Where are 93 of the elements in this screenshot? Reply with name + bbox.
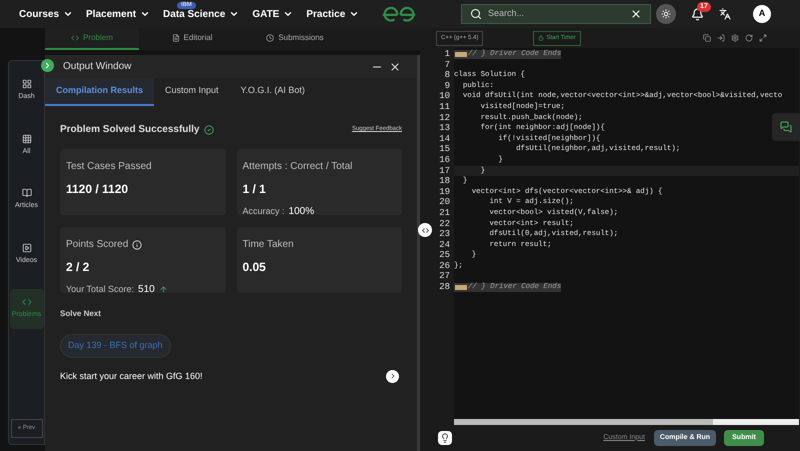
section-heading: Solve Next (60, 308, 102, 320)
card-title: Test Cases Passed (66, 160, 152, 174)
problem-tab[interactable]: Submissions (245, 28, 345, 50)
card-title: Attempts : Correct / Total (242, 160, 352, 174)
note-label: Accuracy : (242, 204, 285, 218)
output-tab[interactable]: Custom Input (154, 78, 230, 106)
line-number: 26 (438, 260, 451, 272)
close-icon[interactable] (630, 8, 642, 20)
note-label: Your Total Score: (66, 282, 134, 296)
line-number: 25 (438, 250, 451, 261)
chevron-down-icon (349, 9, 360, 19)
sidebar-icon (22, 79, 32, 89)
nav-menu-item[interactable]: Placement (86, 6, 150, 22)
card-value: 1 / 1 (242, 181, 267, 198)
note-value: 100% (288, 205, 314, 219)
search-field[interactable]: Search... (488, 7, 624, 21)
line-number: 19 (438, 186, 451, 198)
sidebar-icon (22, 188, 32, 198)
nav-menu-item[interactable]: GATE (252, 6, 294, 22)
translate-icon[interactable] (719, 8, 731, 20)
output-tab[interactable]: Compilation Results (45, 78, 154, 106)
line-number: 21 (438, 208, 451, 218)
line-number: 16 (438, 154, 451, 166)
settings-icon[interactable] (731, 34, 739, 42)
line-number: 13 (438, 123, 451, 134)
fold-marker-icon (455, 284, 467, 290)
sun-icon (661, 9, 671, 19)
lightbulb-icon (440, 433, 450, 443)
hint-button[interactable] (438, 431, 452, 445)
nav-menu-item[interactable]: Practice (306, 6, 360, 22)
chevron-down-icon (63, 9, 74, 19)
card-title: Time Taken (242, 238, 294, 252)
search-bar[interactable]: Search... (461, 4, 651, 24)
line-number: 18 (438, 176, 451, 187)
copy-icon[interactable] (703, 34, 711, 42)
note-value: 510 (138, 283, 155, 297)
horizontal-scrollbar[interactable] (454, 419, 799, 425)
card-value: 0.05 (242, 259, 267, 276)
tab-icon (71, 34, 80, 42)
import-icon[interactable] (717, 34, 725, 42)
line-number: 12 (438, 112, 451, 124)
chevron-down-icon (229, 9, 240, 19)
line-number: 28 (438, 282, 451, 293)
line-number: 22 (438, 218, 451, 230)
resize-icon (420, 226, 430, 234)
chevron-down-icon (283, 9, 294, 19)
promo-text: Kick start your career with GfG 160! (60, 370, 203, 383)
line-number: 11 (438, 102, 451, 113)
sidebar-icon (22, 297, 32, 307)
chat-button[interactable] (772, 113, 800, 141)
nav-menu-item[interactable]: Courses (19, 6, 74, 22)
nav-menu-item[interactable]: Data Science (163, 6, 240, 22)
fold-marker-icon (455, 52, 467, 57)
info-icon[interactable] (132, 240, 142, 250)
line-number: 20 (438, 197, 451, 208)
sidebar-icon (22, 242, 32, 252)
bell-icon[interactable] (691, 8, 704, 20)
line-number: 15 (438, 144, 451, 155)
chevron-down-icon (140, 9, 150, 19)
timer-icon (538, 35, 544, 41)
line-number: 14 (438, 134, 451, 144)
chat-icon (780, 121, 792, 133)
line-number: 27 (438, 271, 451, 282)
problem-tab[interactable]: Editorial (142, 28, 242, 50)
next-button[interactable] (386, 370, 399, 383)
card-value: 2 / 2 (66, 259, 90, 276)
logo-icon[interactable] (381, 6, 417, 22)
line-number: 24 (438, 240, 451, 250)
theme-toggle-button[interactable] (656, 4, 676, 24)
line-number: 10 (438, 91, 451, 102)
status-message: Problem Solved Successfully (60, 123, 200, 137)
check-icon (204, 124, 214, 134)
line-number: 17 (438, 166, 451, 176)
search-icon (470, 8, 482, 20)
sidebar-icon (22, 134, 32, 144)
close-icon[interactable] (389, 60, 401, 72)
card-title: Points Scored (66, 238, 128, 252)
reset-icon[interactable] (745, 34, 753, 42)
line-number: 9 (444, 80, 451, 92)
fullscreen-icon[interactable] (759, 34, 767, 42)
line-number: 1 (444, 49, 451, 60)
tab-icon (266, 34, 274, 42)
window-title: Output Window (63, 60, 132, 74)
problem-tab[interactable]: Problem (45, 28, 139, 50)
user-avatar[interactable]: A (753, 5, 771, 23)
line-number: 8 (444, 70, 451, 81)
chevron-right-icon (43, 61, 52, 70)
code-editor[interactable] (454, 48, 799, 425)
output-tab[interactable]: Y.O.G.I. (AI Bot) (230, 78, 316, 106)
line-number: 23 (438, 229, 451, 240)
line-number: 7 (444, 60, 451, 70)
card-value: 1120 / 1120 (66, 181, 130, 198)
tab-icon (172, 34, 180, 42)
